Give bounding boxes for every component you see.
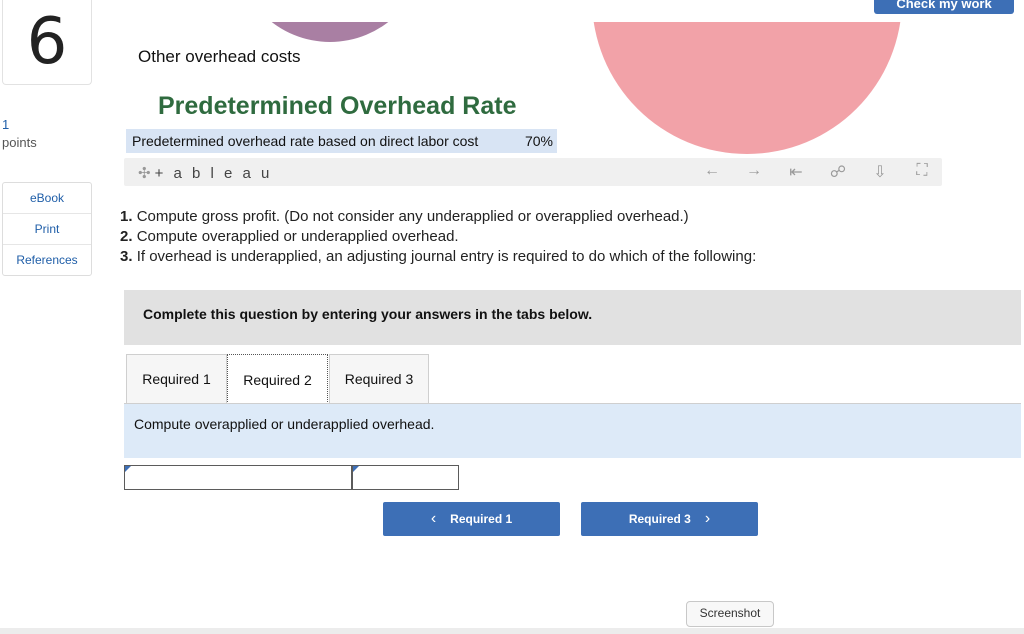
crosshair-icon: ✣: [138, 165, 151, 182]
instruction-2: 2. Compute overapplied or underapplied o…: [120, 228, 459, 245]
other-overhead-costs-label: Other overhead costs: [138, 47, 301, 66]
answer-dropdown[interactable]: [124, 465, 352, 490]
check-my-work-button[interactable]: Check my work: [874, 0, 1014, 14]
rate-label: Predetermined overhead rate based on dir…: [132, 133, 479, 149]
answer-amount-input[interactable]: [352, 465, 459, 490]
arrow-left-icon[interactable]: ←: [702, 162, 722, 182]
skip-first-icon[interactable]: ⇤: [786, 162, 806, 182]
next-required-label: Required 3: [628, 512, 691, 526]
next-required-button[interactable]: Required 3 ›: [581, 502, 758, 536]
screenshot-button[interactable]: Screenshot: [686, 601, 774, 627]
chevron-left-icon: ‹: [430, 510, 437, 527]
sidebar-links: eBook Print References: [2, 182, 92, 276]
rate-value: 70%: [524, 133, 553, 149]
download-icon[interactable]: ⇩: [870, 162, 890, 182]
tab-panel: Compute overapplied or underapplied over…: [124, 404, 1021, 458]
pie-chart-slice-purple: [245, 22, 415, 44]
tab-required-1[interactable]: Required 1: [126, 354, 227, 404]
share-icon[interactable]: ☍: [828, 162, 848, 182]
panel-instruction: Compute overapplied or underapplied over…: [134, 416, 435, 432]
tableau-logo-text: + a b l e a u: [154, 165, 273, 182]
fullscreen-icon[interactable]: ⛶: [912, 162, 932, 182]
arrow-right-icon[interactable]: →: [744, 162, 764, 182]
question-number: 6: [2, 0, 92, 85]
ebook-link[interactable]: eBook: [3, 183, 91, 214]
tab-required-2[interactable]: Required 2: [227, 354, 328, 404]
instructions: 1. Compute gross profit. (Do not conside…: [120, 207, 756, 267]
tab-required-3[interactable]: Required 3: [329, 354, 429, 404]
tableau-logo[interactable]: ✣ + a b l e a u: [138, 164, 272, 182]
chevron-right-icon: ›: [704, 510, 711, 527]
instruction-3: 3. If overhead is underapplied, an adjus…: [120, 248, 757, 265]
points-value: 1: [2, 117, 10, 132]
complete-question-text: Complete this question by entering your …: [143, 306, 593, 322]
points-label: points: [2, 135, 37, 150]
instruction-1: 1. Compute gross profit. (Do not conside…: [120, 208, 689, 225]
tableau-toolbar: ✣ + a b l e a u ← → ⇤ ☍ ⇩ ⛶: [124, 158, 942, 186]
prev-required-label: Required 1: [450, 512, 513, 526]
toolbar-icons: ← → ⇤ ☍ ⇩ ⛶: [702, 162, 932, 182]
bottom-strip: [0, 628, 1024, 634]
pie-chart-slice-pink: [592, 22, 902, 154]
print-link[interactable]: Print: [3, 214, 91, 245]
references-link[interactable]: References: [3, 245, 91, 275]
dashboard-title: Predetermined Overhead Rate: [158, 92, 517, 120]
complete-question-banner: Complete this question by entering your …: [124, 290, 1021, 345]
rate-row: Predetermined overhead rate based on dir…: [126, 129, 557, 153]
prev-required-button[interactable]: ‹ Required 1: [383, 502, 560, 536]
